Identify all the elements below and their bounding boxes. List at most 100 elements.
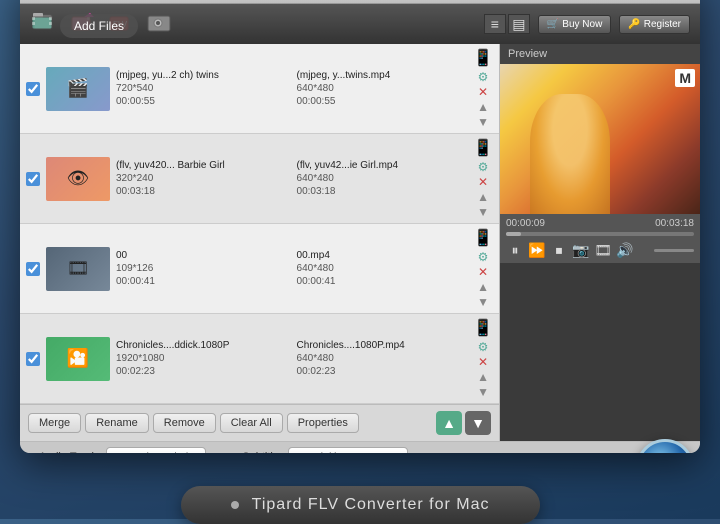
gear-icon-4[interactable]: ⚙	[476, 340, 490, 354]
down-icon-3[interactable]: ▼	[476, 295, 490, 309]
file-output-4: Chronicles....1080P.mp4	[297, 340, 468, 351]
file-out-dur-2: 00:03:18	[297, 186, 468, 197]
reorder-buttons: ▲ ▼	[436, 411, 491, 435]
main-area: 🎬 (mjpeg, yu...2 ch) twins 720*540 00:00…	[20, 44, 700, 441]
preview-silhouette	[530, 94, 610, 214]
add-files-bubble[interactable]: Add Files	[60, 14, 138, 38]
file-out-dur-4: 00:02:23	[297, 366, 468, 377]
action-row: Merge Rename Remove Clear All Properties…	[20, 404, 499, 441]
phone-icon-3[interactable]: 📱	[473, 228, 493, 248]
forward-button[interactable]: ⏩	[528, 241, 546, 259]
file-out-dur-3: 00:00:41	[297, 276, 468, 287]
preview-panel: Preview M 00:00:09 00:03:18 ⏸ ⏩ ⏹	[500, 44, 700, 441]
file-actions-1: 📱 ⚙ ✕ ▲ ▼	[473, 48, 493, 129]
convert-button[interactable]: ↻	[636, 439, 694, 453]
file-actions-2: 📱 ⚙ ✕ ▲ ▼	[473, 138, 493, 219]
gear-icon-3[interactable]: ⚙	[476, 250, 490, 264]
file-out-res-3: 640*480	[297, 263, 468, 274]
file-actions-4: 📱 ⚙ ✕ ▲ ▼	[473, 318, 493, 399]
file-info-1: (mjpeg, yu...2 ch) twins 720*540 00:00:5…	[116, 70, 467, 107]
up-icon-1[interactable]: ▲	[476, 100, 490, 114]
file-thumbnail-4: 🎦	[46, 337, 110, 381]
preview-progress-fill	[506, 232, 521, 236]
move-down-button[interactable]: ▼	[465, 411, 491, 435]
clear-all-button[interactable]: Clear All	[220, 413, 283, 433]
stop-button[interactable]: ⏹	[550, 241, 568, 259]
volume-icon: 🔊	[616, 241, 634, 259]
down-icon-4[interactable]: ▼	[476, 385, 490, 399]
file-thumbnail-3: 🎞	[46, 247, 110, 291]
screenshot-button[interactable]: 📷	[572, 241, 590, 259]
gear-icon-1[interactable]: ⚙	[476, 70, 490, 84]
phone-icon-1[interactable]: 📱	[473, 48, 493, 68]
audio-track-select[interactable]: mp3 1 channels (0x1)	[106, 447, 206, 453]
file-list: 🎬 (mjpeg, yu...2 ch) twins 720*540 00:00…	[20, 44, 500, 441]
frame-button[interactable]: 🎞	[594, 241, 612, 259]
file-info-2: (flv, yuv420... Barbie Girl 320*240 00:0…	[116, 160, 467, 197]
view-toggle: ≡ ▤	[484, 14, 530, 34]
file-out-res-2: 640*480	[297, 173, 468, 184]
down-icon-1[interactable]: ▼	[476, 115, 490, 129]
properties-button[interactable]: Properties	[287, 413, 359, 433]
file-name-2: (flv, yuv420... Barbie Girl	[116, 160, 287, 171]
down-icon-2[interactable]: ▼	[476, 205, 490, 219]
close-icon-4[interactable]: ✕	[476, 355, 490, 369]
subtitle-label: Subtitle:	[212, 451, 282, 453]
preview-time-row: 00:00:09 00:03:18	[506, 218, 694, 229]
buy-now-button[interactable]: 🛒 Buy Now	[538, 15, 611, 34]
list-view-button[interactable]: ≡	[484, 14, 506, 34]
file-res-2: 320*240	[116, 173, 287, 184]
file-output-1: (mjpeg, y...twins.mp4	[297, 70, 468, 81]
close-icon-2[interactable]: ✕	[476, 175, 490, 189]
file-checkbox-1[interactable]	[26, 82, 40, 96]
up-icon-2[interactable]: ▲	[476, 190, 490, 204]
file-actions-3: 📱 ⚙ ✕ ▲ ▼	[473, 228, 493, 309]
brand-label: Tipard FLV Converter for Mac	[252, 496, 490, 513]
file-thumbnail-1: 🎬	[46, 67, 110, 111]
file-output-3: 00.mp4	[297, 250, 468, 261]
file-res-1: 720*540	[116, 83, 287, 94]
toolbar-right: ≡ ▤ 🛒 Buy Now 🔑 Register	[484, 14, 690, 34]
file-name-3: 00	[116, 250, 287, 261]
preview-progress-bar[interactable]	[506, 232, 694, 236]
file-dur-3: 00:00:41	[116, 276, 287, 287]
cart-icon: 🛒	[547, 19, 559, 30]
pause-button[interactable]: ⏸	[506, 241, 524, 259]
preview-time-total: 00:03:18	[655, 218, 694, 229]
settings-area: Audio Track: mp3 1 channels (0x1) Subtit…	[20, 441, 700, 453]
file-res-4: 1920*1080	[116, 353, 287, 364]
file-name-1: (mjpeg, yu...2 ch) twins	[116, 70, 287, 81]
file-checkbox-4[interactable]	[26, 352, 40, 366]
phone-icon-2[interactable]: 📱	[473, 138, 493, 158]
register-button[interactable]: 🔑 Register	[619, 15, 690, 34]
close-icon-1[interactable]: ✕	[476, 85, 490, 99]
close-icon-3[interactable]: ✕	[476, 265, 490, 279]
move-up-button[interactable]: ▲	[436, 411, 462, 435]
preview-logo: M	[675, 69, 695, 87]
brand-dot	[231, 501, 239, 509]
audio-track-row: Audio Track: mp3 1 channels (0x1) Subtit…	[30, 447, 690, 453]
gear-icon-2[interactable]: ⚙	[476, 160, 490, 174]
merge-button[interactable]: Merge	[28, 413, 81, 433]
file-dur-1: 00:00:55	[116, 96, 287, 107]
settings-tool-icon[interactable]	[144, 10, 176, 38]
up-icon-4[interactable]: ▲	[476, 370, 490, 384]
preview-video: M	[500, 64, 700, 214]
grid-view-button[interactable]: ▤	[508, 14, 530, 34]
subtitle-select[interactable]: No Subtitle	[288, 447, 408, 453]
file-dur-4: 00:02:23	[116, 366, 287, 377]
rename-button[interactable]: Rename	[85, 413, 149, 433]
file-checkbox-3[interactable]	[26, 262, 40, 276]
file-thumbnail-2: 👁	[46, 157, 110, 201]
volume-slider[interactable]	[654, 249, 694, 252]
audio-track-label: Audio Track:	[30, 451, 100, 453]
file-info-3: 00 109*126 00:00:41 00.mp4 640*480 00:00…	[116, 250, 467, 287]
preview-playback-buttons: ⏸ ⏩ ⏹ 📷 🎞 🔊	[506, 241, 694, 259]
file-output-2: (flv, yuv42...ie Girl.mp4	[297, 160, 468, 171]
file-checkbox-2[interactable]	[26, 172, 40, 186]
remove-button[interactable]: Remove	[153, 413, 216, 433]
preview-controls: 00:00:09 00:03:18 ⏸ ⏩ ⏹ 📷 🎞 🔊	[500, 214, 700, 263]
phone-icon-4[interactable]: 📱	[473, 318, 493, 338]
add-file-icon[interactable]	[30, 10, 62, 38]
up-icon-3[interactable]: ▲	[476, 280, 490, 294]
